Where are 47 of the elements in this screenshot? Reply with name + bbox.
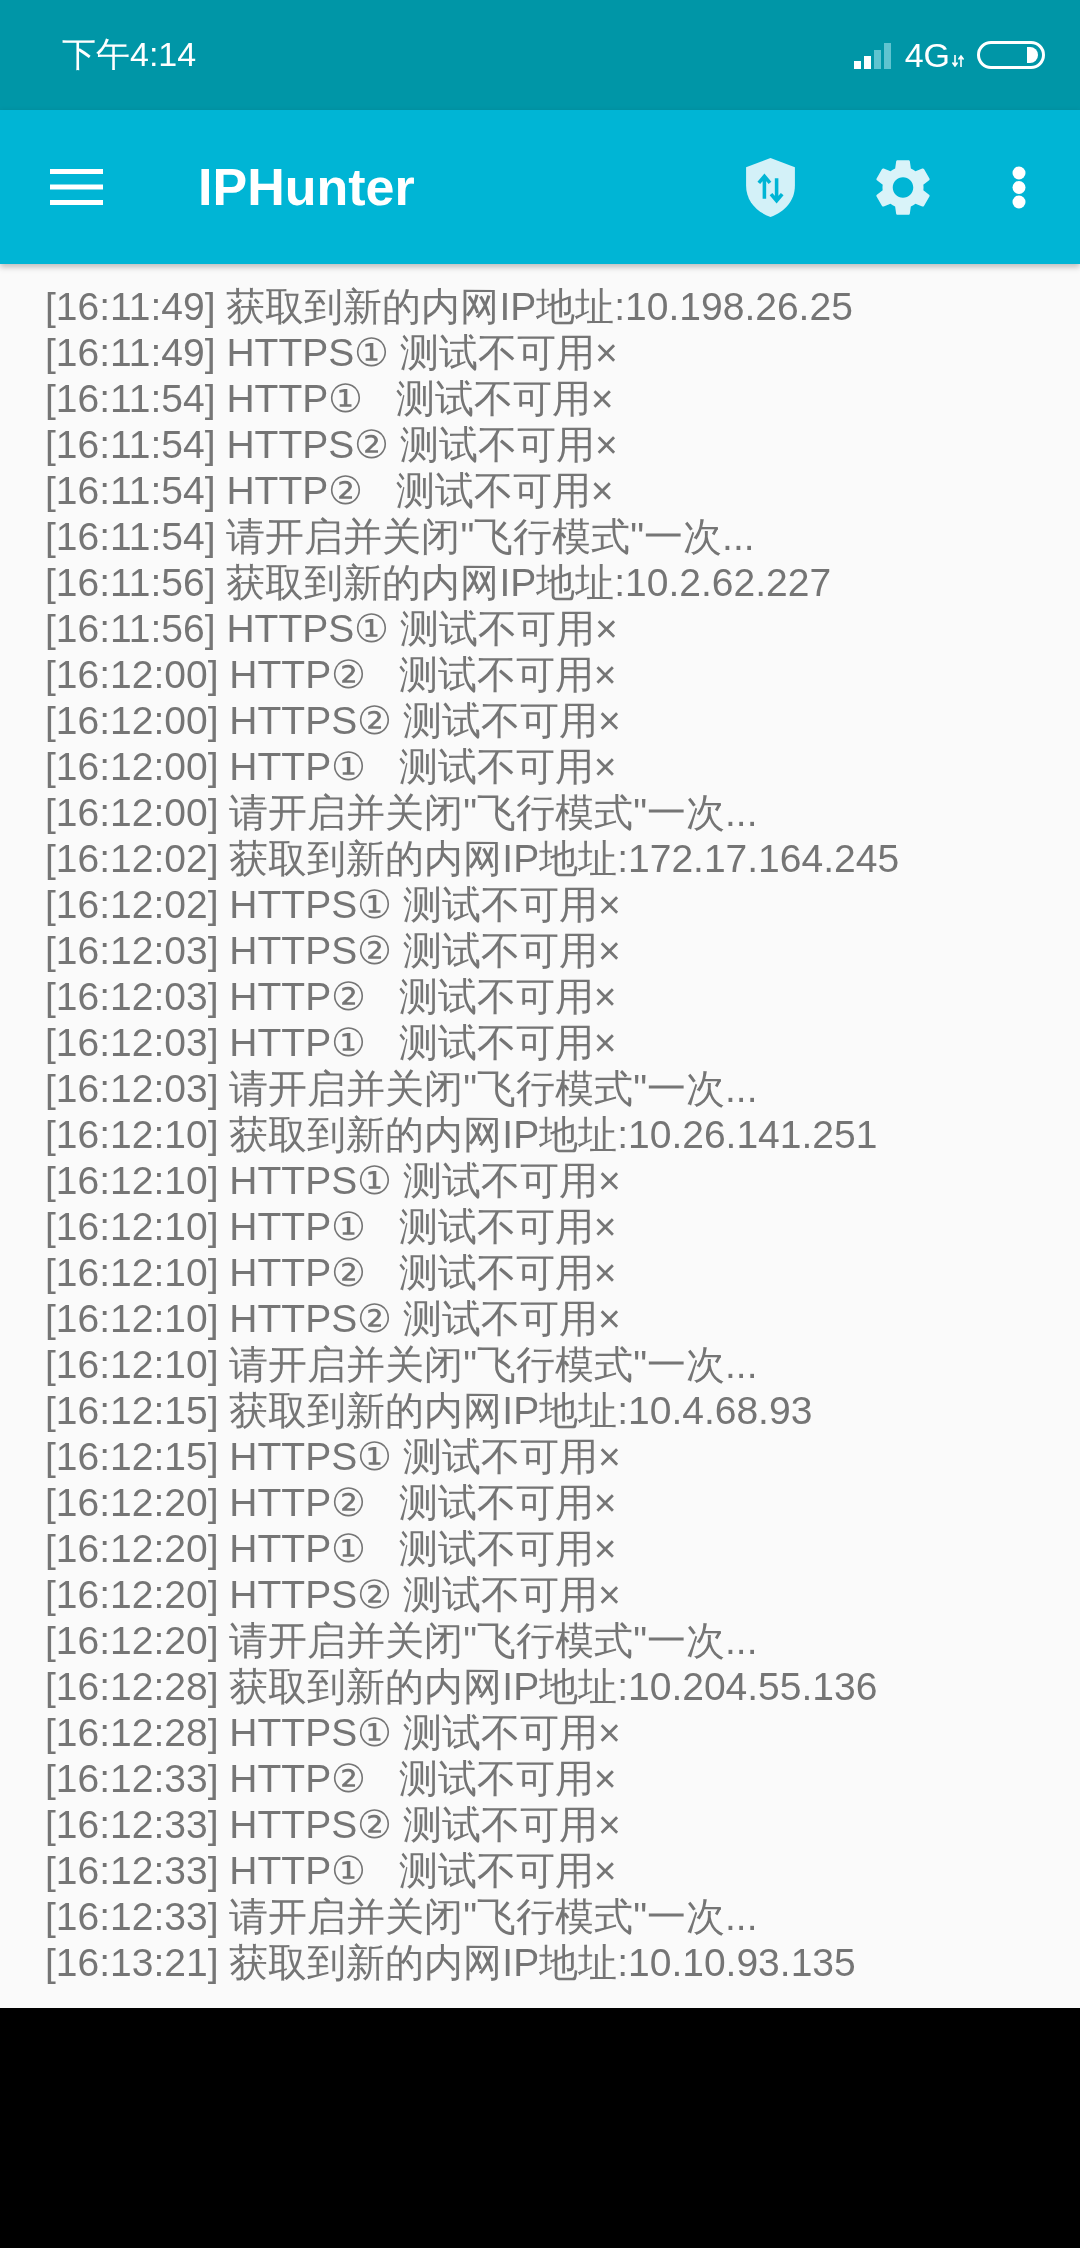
log-line: [16:12:28] 获取到新的内网IP地址:10.204.55.136 [45,1664,879,1710]
menu-icon[interactable] [50,169,103,205]
network-type: 4G [904,35,950,75]
shield-arrows-icon[interactable] [746,157,795,217]
log-line: [16:12:03] HTTP① 测试不可用× [45,1020,618,1066]
log-line: [16:12:15] 获取到新的内网IP地址:10.4.68.93 [45,1388,814,1434]
log-line: [16:12:33] HTTP① 测试不可用× [45,1848,618,1894]
log-line: [16:12:00] HTTP② 测试不可用× [45,652,618,698]
battery-icon [977,41,1045,69]
log-line: [16:12:10] HTTP② 测试不可用× [45,1250,618,1296]
log-line: [16:12:20] HTTPS② 测试不可用× [45,1572,622,1618]
log-line: [16:12:10] 请开启并关闭"飞行模式"一次... [45,1342,759,1388]
log-line: [16:12:28] HTTPS① 测试不可用× [45,1710,622,1756]
log-line: [16:11:56] 获取到新的内网IP地址:10.2.62.227 [45,560,833,606]
log-line: [16:12:20] HTTP① 测试不可用× [45,1526,618,1572]
more-options-icon[interactable] [1012,165,1026,209]
up-down-arrows-icon [952,55,964,67]
log-line: [16:12:00] HTTP① 测试不可用× [45,744,618,790]
log-line: [16:12:10] HTTPS① 测试不可用× [45,1158,622,1204]
log-line: [16:12:03] HTTP② 测试不可用× [45,974,618,1020]
log-line: [16:12:10] HTTPS② 测试不可用× [45,1296,622,1342]
status-time: 下午4:14 [62,34,197,74]
log-line: [16:12:10] 获取到新的内网IP地址:10.26.141.251 [45,1112,879,1158]
log-line: [16:11:54] HTTP① 测试不可用× [45,376,615,422]
log-line: [16:11:54] HTTP② 测试不可用× [45,468,615,514]
log-line: [16:11:49] 获取到新的内网IP地址:10.198.26.25 [45,284,854,330]
log-line: [16:12:03] 请开启并关闭"飞行模式"一次... [45,1066,759,1112]
log-line: [16:11:54] 请开启并关闭"飞行模式"一次... [45,514,756,560]
log-line: [16:12:33] HTTPS② 测试不可用× [45,1802,622,1848]
log-line: [16:13:21] 获取到新的内网IP地址:10.10.93.135 [45,1940,857,1986]
log-line: [16:12:00] 请开启并关闭"飞行模式"一次... [45,790,759,836]
log-line: [16:11:49] HTTPS① 测试不可用× [45,330,619,376]
signal-icon [853,42,891,69]
log-line: [16:11:54] HTTPS② 测试不可用× [45,422,619,468]
log-line: [16:12:02] 获取到新的内网IP地址:172.17.164.245 [45,836,901,882]
log-line: [16:12:03] HTTPS② 测试不可用× [45,928,622,974]
log-line: [16:12:15] HTTPS① 测试不可用× [45,1434,622,1480]
log-line: [16:12:33] 请开启并关闭"飞行模式"一次... [45,1894,759,1940]
settings-icon[interactable] [875,158,931,216]
log-line: [16:12:33] HTTP② 测试不可用× [45,1756,618,1802]
log-line: [16:12:20] 请开启并关闭"飞行模式"一次... [45,1618,759,1664]
log-line: [16:12:20] HTTP② 测试不可用× [45,1480,618,1526]
log-line: [16:12:00] HTTPS② 测试不可用× [45,698,622,744]
log-line: [16:12:10] HTTP① 测试不可用× [45,1204,618,1250]
log-line: [16:11:56] HTTPS① 测试不可用× [45,606,619,652]
app-title: IPHunter [198,157,415,217]
log-line: [16:12:02] HTTPS① 测试不可用× [45,882,622,928]
